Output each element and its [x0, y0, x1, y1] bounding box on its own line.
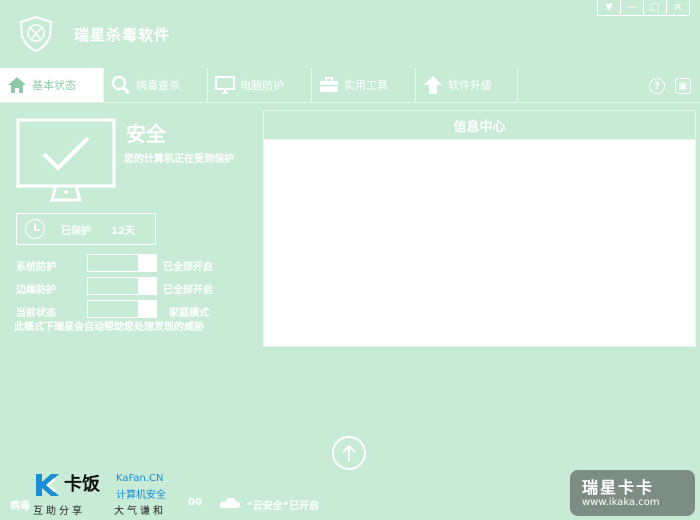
- ikaka-watermark: 瑞星卡卡 www.ikaka.com: [570, 470, 695, 516]
- tab-virus-scan[interactable]: 病毒查杀: [104, 68, 208, 102]
- virus-db-label: 病毒: [10, 501, 30, 512]
- system-protection-toggle[interactable]: [87, 254, 157, 272]
- menu-button[interactable]: ▣: [675, 78, 691, 94]
- virus-db-time: 00: [188, 497, 202, 508]
- kafan-sub1: 互助分享: [33, 506, 85, 517]
- tab-label: 基本状态: [32, 79, 76, 92]
- kafan-name-cn: 卡饭: [64, 474, 100, 495]
- current-mode-label: 当前状态: [16, 308, 56, 319]
- app-title: 瑞星杀毒软件: [74, 26, 171, 44]
- window-controls: ▼ — □ ✕: [597, 0, 690, 16]
- tab-label: 电脑防护: [240, 79, 284, 92]
- app-window: 瑞星杀毒软件 ▼ — □ ✕ 基本状态 病毒查杀 电脑防护 实用工具 软件升级 …: [0, 0, 700, 520]
- ikaka-name-cn: 瑞星卡卡: [582, 478, 655, 497]
- minimize-button[interactable]: —: [620, 0, 644, 16]
- title-bar: 瑞星杀毒软件 ▼ — □ ✕: [0, 0, 700, 68]
- system-protection-label: 系统防护: [16, 262, 56, 273]
- tab-pc-protection[interactable]: 电脑防护: [208, 68, 312, 102]
- monitor-check-icon: [16, 118, 116, 202]
- toolbox-icon: [318, 74, 340, 96]
- home-icon: [6, 74, 28, 96]
- current-mode-status: 家庭模式: [169, 308, 209, 319]
- monitor-icon: [214, 74, 236, 96]
- mode-note: 此模式下瑞星会自动帮助您处理发现的威胁: [14, 322, 204, 333]
- status-title: 安全: [126, 122, 166, 146]
- protected-days: 12天: [111, 225, 135, 237]
- scroll-up-button[interactable]: [332, 436, 366, 470]
- info-center-panel: 信息中心: [263, 110, 696, 347]
- cloud-security-status: “云安全”已开启: [246, 501, 320, 512]
- toggle-knob: [138, 278, 156, 294]
- ikaka-url: www.ikaka.com: [582, 497, 660, 508]
- edge-protection-toggle[interactable]: [87, 277, 157, 295]
- cloud-icon: [219, 497, 241, 508]
- edge-protection-label: 边缘防护: [16, 285, 56, 296]
- protected-label: 已保护: [61, 225, 91, 237]
- current-mode-toggle[interactable]: [87, 300, 157, 318]
- tab-utilities[interactable]: 实用工具: [312, 68, 416, 102]
- system-protection-status: 已全部开启: [163, 262, 213, 273]
- magnifier-icon: [110, 74, 132, 96]
- dropdown-menu-button[interactable]: ▼: [597, 0, 621, 16]
- kafan-logo-icon: [36, 474, 59, 496]
- arrow-up-icon: [422, 74, 444, 96]
- tab-divider: [0, 102, 700, 103]
- tab-bar: 基本状态 病毒查杀 电脑防护 实用工具 软件升级: [0, 68, 700, 102]
- protected-days-box: 已保护 12天: [16, 213, 156, 245]
- tab-label: 实用工具: [344, 79, 388, 92]
- help-button[interactable]: ?: [649, 78, 665, 94]
- tab-upgrade[interactable]: 软件升级: [416, 68, 518, 102]
- status-description: 您的计算机正在受到保护: [124, 154, 234, 165]
- arrow-up-icon: [342, 444, 356, 461]
- toggle-knob: [138, 255, 156, 271]
- info-center-title: 信息中心: [264, 111, 695, 140]
- kafan-tagline: 计算机安全: [116, 490, 166, 501]
- lion-shield-logo-icon: [19, 15, 53, 53]
- clock-icon: [25, 219, 45, 239]
- kafan-name-en: KaFan.CN: [116, 473, 164, 484]
- toggle-knob: [138, 301, 156, 317]
- close-button[interactable]: ✕: [666, 0, 690, 16]
- maximize-button[interactable]: □: [643, 0, 667, 16]
- tab-basic-status[interactable]: 基本状态: [0, 68, 104, 102]
- tab-label: 软件升级: [448, 79, 492, 92]
- tab-label: 病毒查杀: [136, 79, 180, 92]
- kafan-watermark: 卡饭 KaFan.CN 计算机安全 互助分享 大气谦和: [30, 470, 190, 518]
- kafan-sub2: 大气谦和: [114, 506, 166, 517]
- edge-protection-status: 已全部开启: [163, 285, 213, 296]
